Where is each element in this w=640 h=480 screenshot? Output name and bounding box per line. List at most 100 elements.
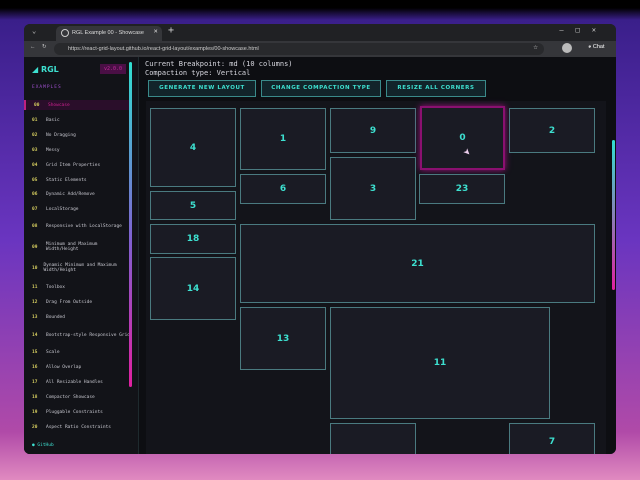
item-number: 04 — [32, 162, 38, 168]
sidebar-item[interactable]: 18 Compactor Showcase — [24, 392, 132, 402]
item-number: 01 — [32, 117, 38, 123]
sidebar-item[interactable]: 12 Drag From Outside — [24, 297, 132, 307]
item-number: 08 — [32, 223, 38, 229]
grid-item[interactable]: 5 — [150, 191, 236, 220]
tab-title: RGL Example 00 - Showcase — [72, 30, 144, 36]
sidebar-item[interactable]: 08 Responsive with LocalStorage — [24, 217, 132, 235]
item-label: Drag From Outside — [46, 299, 93, 305]
grid-item[interactable]: 1 — [240, 108, 326, 170]
change-compaction-button[interactable]: CHANGE COMPACTION TYPE — [261, 80, 381, 97]
item-number: 12 — [32, 299, 38, 305]
sidebar-item[interactable]: 16 Allow Overlap — [24, 362, 132, 372]
new-tab-icon[interactable]: + — [168, 25, 174, 36]
grid-item[interactable]: 2 — [509, 108, 595, 153]
sidebar-item[interactable]: 07 LocalStorage — [24, 204, 132, 214]
item-number: 16 — [32, 364, 38, 370]
url-input[interactable]: https://react-grid-layout.github.io/reac… — [54, 43, 544, 55]
item-label: Bootstrap-style Responsive Grid — [46, 332, 130, 338]
item-label: All Resizable Handles — [46, 379, 103, 385]
sidebar-item[interactable]: 14 Bootstrap-style Responsive Grid — [24, 326, 132, 344]
github-link[interactable]: ● GitHub — [32, 443, 54, 448]
item-number: 10 — [32, 265, 38, 271]
item-label: No Dragging — [46, 132, 76, 138]
grid-item[interactable]: 14 — [150, 257, 236, 320]
grid-item[interactable]: 6 — [240, 174, 326, 204]
profile-avatar[interactable] — [562, 43, 572, 53]
grid-item[interactable]: 3 — [330, 157, 416, 220]
sidebar-item[interactable]: 02 No Dragging — [24, 130, 132, 140]
item-label: Aspect Ratio Constraints — [46, 424, 112, 430]
item-label: Scale — [46, 349, 60, 355]
grid-item[interactable]: 13 — [240, 307, 326, 370]
address-bar-row: ← ↻ https://react-grid-layout.github.io/… — [24, 41, 616, 57]
sidebar-item[interactable]: 06 Dynamic Add/Remove — [24, 189, 132, 199]
back-icon[interactable]: ← — [30, 44, 36, 50]
item-number: 13 — [32, 314, 38, 320]
item-number: 19 — [32, 409, 38, 415]
grid-item[interactable]: 18 — [150, 224, 236, 254]
sidebar-item[interactable]: 11 Toolbox — [24, 282, 132, 292]
browser-window: ⌄ RGL Example 00 - Showcase ✕ + –□✕ ← ↻ h… — [24, 24, 616, 454]
grid-item[interactable]: 9 — [330, 108, 416, 153]
section-heading: EXAMPLES — [32, 85, 62, 90]
logo[interactable]: ◢ RGL — [32, 65, 59, 74]
url-text: https://react-grid-layout.github.io/reac… — [68, 46, 259, 52]
sidebar-item[interactable]: 05 Static Elements — [24, 175, 132, 185]
item-number: 03 — [32, 147, 38, 153]
sidebar: ◢ RGL v2.0.0 EXAMPLES 00 Showcase 01 Basic 0… — [24, 57, 139, 454]
sidebar-item[interactable]: 04 Grid Item Properties — [24, 160, 132, 170]
item-label: Allow Overlap — [46, 364, 82, 370]
item-number: 02 — [32, 132, 38, 138]
sidebar-item[interactable]: 09 Minimum and Maximum Width/Height — [24, 238, 132, 256]
reload-icon[interactable]: ↻ — [42, 44, 47, 50]
item-number: 07 — [32, 206, 38, 212]
sidebar-item[interactable]: 00 Showcase — [24, 100, 132, 110]
item-number: 00 — [34, 102, 40, 108]
sidebar-item[interactable]: 20 Aspect Ratio Constraints — [24, 422, 132, 432]
item-label: Minimum and Maximum Width/Height — [45, 242, 98, 252]
breakpoint-text: Current Breakpoint: md (10 columns) — [145, 60, 293, 68]
generate-layout-button[interactable]: GENERATE NEW LAYOUT — [148, 80, 256, 97]
sidebar-item[interactable]: 10 Dynamic Minimum and Maximum Width/Heig… — [24, 259, 132, 277]
grid-item[interactable]: 0 — [420, 106, 505, 170]
window-controls[interactable]: –□✕ — [559, 26, 608, 34]
main-scrollbar[interactable] — [612, 140, 615, 290]
item-number: 09 — [32, 244, 38, 250]
grid-item[interactable]: 7 — [509, 423, 595, 454]
star-icon[interactable]: ☆ — [533, 45, 538, 51]
sidebar-item[interactable]: 17 All Resizable Handles — [24, 377, 132, 387]
item-number: 15 — [32, 349, 38, 355]
item-label: Messy — [46, 147, 60, 153]
tab-bar: ⌄ RGL Example 00 - Showcase ✕ + –□✕ — [24, 24, 616, 41]
item-label: Static Elements — [46, 177, 87, 183]
grid-item[interactable]: 4 — [150, 108, 236, 187]
item-number: 05 — [32, 177, 38, 183]
sidebar-item[interactable]: 19 Pluggable Constraints — [24, 407, 132, 417]
close-tab-icon[interactable]: ✕ — [153, 29, 158, 35]
github-label: GitHub — [37, 443, 54, 448]
layout-info: Current Breakpoint: md (10 columns) Compa… — [145, 60, 293, 77]
grid-item[interactable]: 23 — [419, 174, 505, 204]
item-label: Bounded — [46, 314, 65, 320]
grid-item[interactable]: 21 — [240, 224, 595, 303]
sidebar-scrollbar[interactable] — [129, 62, 132, 387]
logo-text: RGL — [40, 65, 59, 74]
browser-tab[interactable]: RGL Example 00 - Showcase ✕ — [56, 26, 162, 41]
resize-corners-button[interactable]: RESIZE ALL CORNERS — [386, 80, 486, 97]
item-number: 18 — [32, 394, 38, 400]
sidebar-item[interactable]: 13 Bounded — [24, 312, 132, 322]
chat-button[interactable]: ◕ Chat — [588, 44, 604, 50]
chat-label: Chat — [592, 44, 605, 50]
tab-list-icon[interactable]: ⌄ — [32, 27, 36, 35]
item-label: Toolbox — [46, 284, 65, 290]
item-label: Dynamic Add/Remove — [46, 191, 95, 197]
sidebar-item[interactable]: 03 Messy — [24, 145, 132, 155]
grid-item[interactable] — [330, 423, 416, 454]
grid-item[interactable]: 11 — [330, 307, 550, 419]
sidebar-item[interactable]: 15 Scale — [24, 347, 132, 357]
sidebar-item[interactable]: 01 Basic — [24, 115, 132, 125]
page-content: ◢ RGL v2.0.0 EXAMPLES 00 Showcase 01 Basic 0… — [24, 57, 616, 454]
item-number: 14 — [32, 332, 38, 338]
compaction-text: Compaction type: Vertical — [145, 68, 251, 77]
item-number: 20 — [32, 424, 38, 430]
